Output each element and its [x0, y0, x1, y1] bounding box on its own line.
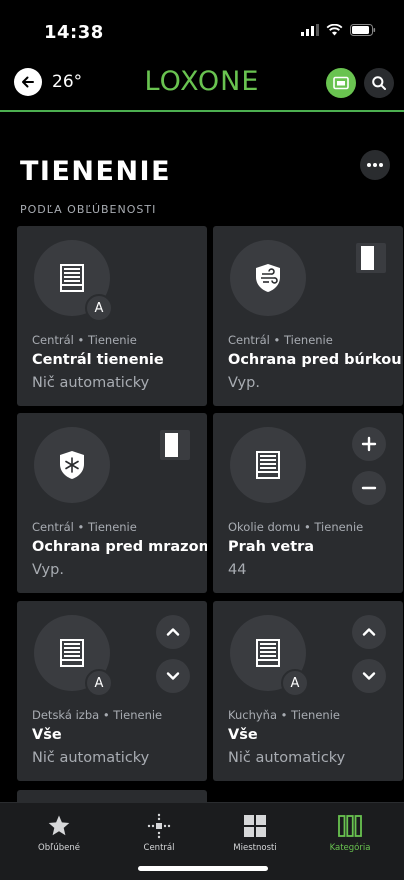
- card-storm-protection[interactable]: Centrál • Tienenie Ochrana pred búrkou V…: [213, 226, 403, 406]
- chevron-up-icon: [362, 628, 376, 636]
- card-subtitle: Centrál • Tienenie: [32, 333, 137, 347]
- tab-label: Kategória: [329, 843, 371, 853]
- wind-shield-icon: [256, 264, 280, 292]
- card-name: Centrál tienenie: [32, 352, 164, 368]
- status-icons: [301, 24, 376, 36]
- status-bar: 14:38: [0, 0, 404, 60]
- card-name: Vše: [228, 727, 258, 743]
- card-frost-protection[interactable]: Centrál • Tienenie Ochrana pred mrazom V…: [17, 413, 207, 593]
- central-hub-icon: [147, 813, 171, 839]
- blind-icon: [60, 264, 84, 292]
- tab-central[interactable]: Centrál: [114, 813, 204, 853]
- card-subtitle: Okolie domu • Tienenie: [228, 520, 364, 534]
- blind-icon: [256, 639, 280, 667]
- toggle-switch[interactable]: [356, 243, 386, 273]
- home-indicator[interactable]: [138, 866, 268, 871]
- card-kids-room-all[interactable]: A Detská izba • Tienenie Vše Nič automat…: [17, 601, 207, 781]
- battery-icon: [350, 24, 376, 36]
- chevron-up-icon: [166, 628, 180, 636]
- wifi-icon: [326, 24, 343, 36]
- card-icon-circle: [34, 427, 110, 503]
- increase-button[interactable]: [352, 427, 386, 461]
- page-title: TIENENIE: [20, 156, 172, 187]
- up-button[interactable]: [352, 615, 386, 649]
- status-time: 14:38: [44, 22, 104, 43]
- top-bar: 26° LOXONE: [0, 60, 404, 112]
- card-wind-threshold[interactable]: Okolie domu • Tienenie Prah vetra 44: [213, 413, 403, 593]
- card-central-shading[interactable]: A Centrál • Tienenie Centrál tienenie Ni…: [17, 226, 207, 406]
- card-status: Vyp.: [228, 375, 260, 391]
- more-options-button[interactable]: [360, 150, 390, 180]
- tab-favorites[interactable]: Obľúbené: [14, 813, 104, 853]
- rooms-grid-icon: [244, 815, 266, 837]
- card-name: Vše: [32, 727, 62, 743]
- screen-button[interactable]: [326, 68, 356, 98]
- card-subtitle: Centrál • Tienenie: [32, 520, 137, 534]
- tab-label: Obľúbené: [38, 843, 80, 853]
- up-button[interactable]: [156, 615, 190, 649]
- blind-icon: [60, 639, 84, 667]
- down-button[interactable]: [156, 659, 190, 693]
- chevron-down-icon: [166, 672, 180, 680]
- plus-icon: [361, 436, 377, 452]
- screen-icon: [333, 76, 349, 90]
- minus-icon: [361, 486, 377, 490]
- tab-rooms[interactable]: Miestnosti: [210, 813, 300, 853]
- down-button[interactable]: [352, 659, 386, 693]
- card-icon-circle: [230, 427, 306, 503]
- automatic-badge: A: [281, 669, 309, 697]
- card-name: Ochrana pred búrkou: [228, 352, 402, 368]
- card-status: Nič automaticky: [32, 375, 150, 391]
- search-button[interactable]: [364, 68, 394, 98]
- tab-category[interactable]: Kategória: [305, 813, 395, 853]
- card-status: Nič automaticky: [228, 750, 346, 766]
- decrease-button[interactable]: [352, 471, 386, 505]
- card-name: Prah vetra: [228, 539, 315, 555]
- card-subtitle: Centrál • Tienenie: [228, 333, 333, 347]
- category-icon: [338, 815, 362, 837]
- tab-label: Centrál: [143, 843, 175, 853]
- card-status: Nič automaticky: [32, 750, 150, 766]
- automatic-badge: A: [85, 294, 113, 322]
- automatic-badge: A: [85, 669, 113, 697]
- card-icon-circle: [230, 240, 306, 316]
- card-name: Ochrana pred mrazom: [32, 539, 207, 555]
- more-icon: [367, 163, 383, 167]
- blind-icon: [256, 451, 280, 479]
- card-subtitle: Detská izba • Tienenie: [32, 708, 163, 722]
- search-icon: [372, 76, 386, 90]
- tab-label: Miestnosti: [233, 843, 277, 853]
- card-status: Vyp.: [32, 562, 64, 578]
- section-label: PODĽA OBĽÚBENOSTI: [20, 203, 157, 216]
- chevron-down-icon: [362, 672, 376, 680]
- frost-shield-icon: [60, 451, 84, 479]
- card-subtitle: Kuchyňa • Tienenie: [228, 708, 340, 722]
- signal-icon: [301, 24, 319, 36]
- card-status: 44: [228, 562, 247, 578]
- card-kitchen-all[interactable]: A Kuchyňa • Tienenie Vše Nič automaticky: [213, 601, 403, 781]
- star-icon: [48, 815, 70, 836]
- toggle-switch[interactable]: [160, 430, 190, 460]
